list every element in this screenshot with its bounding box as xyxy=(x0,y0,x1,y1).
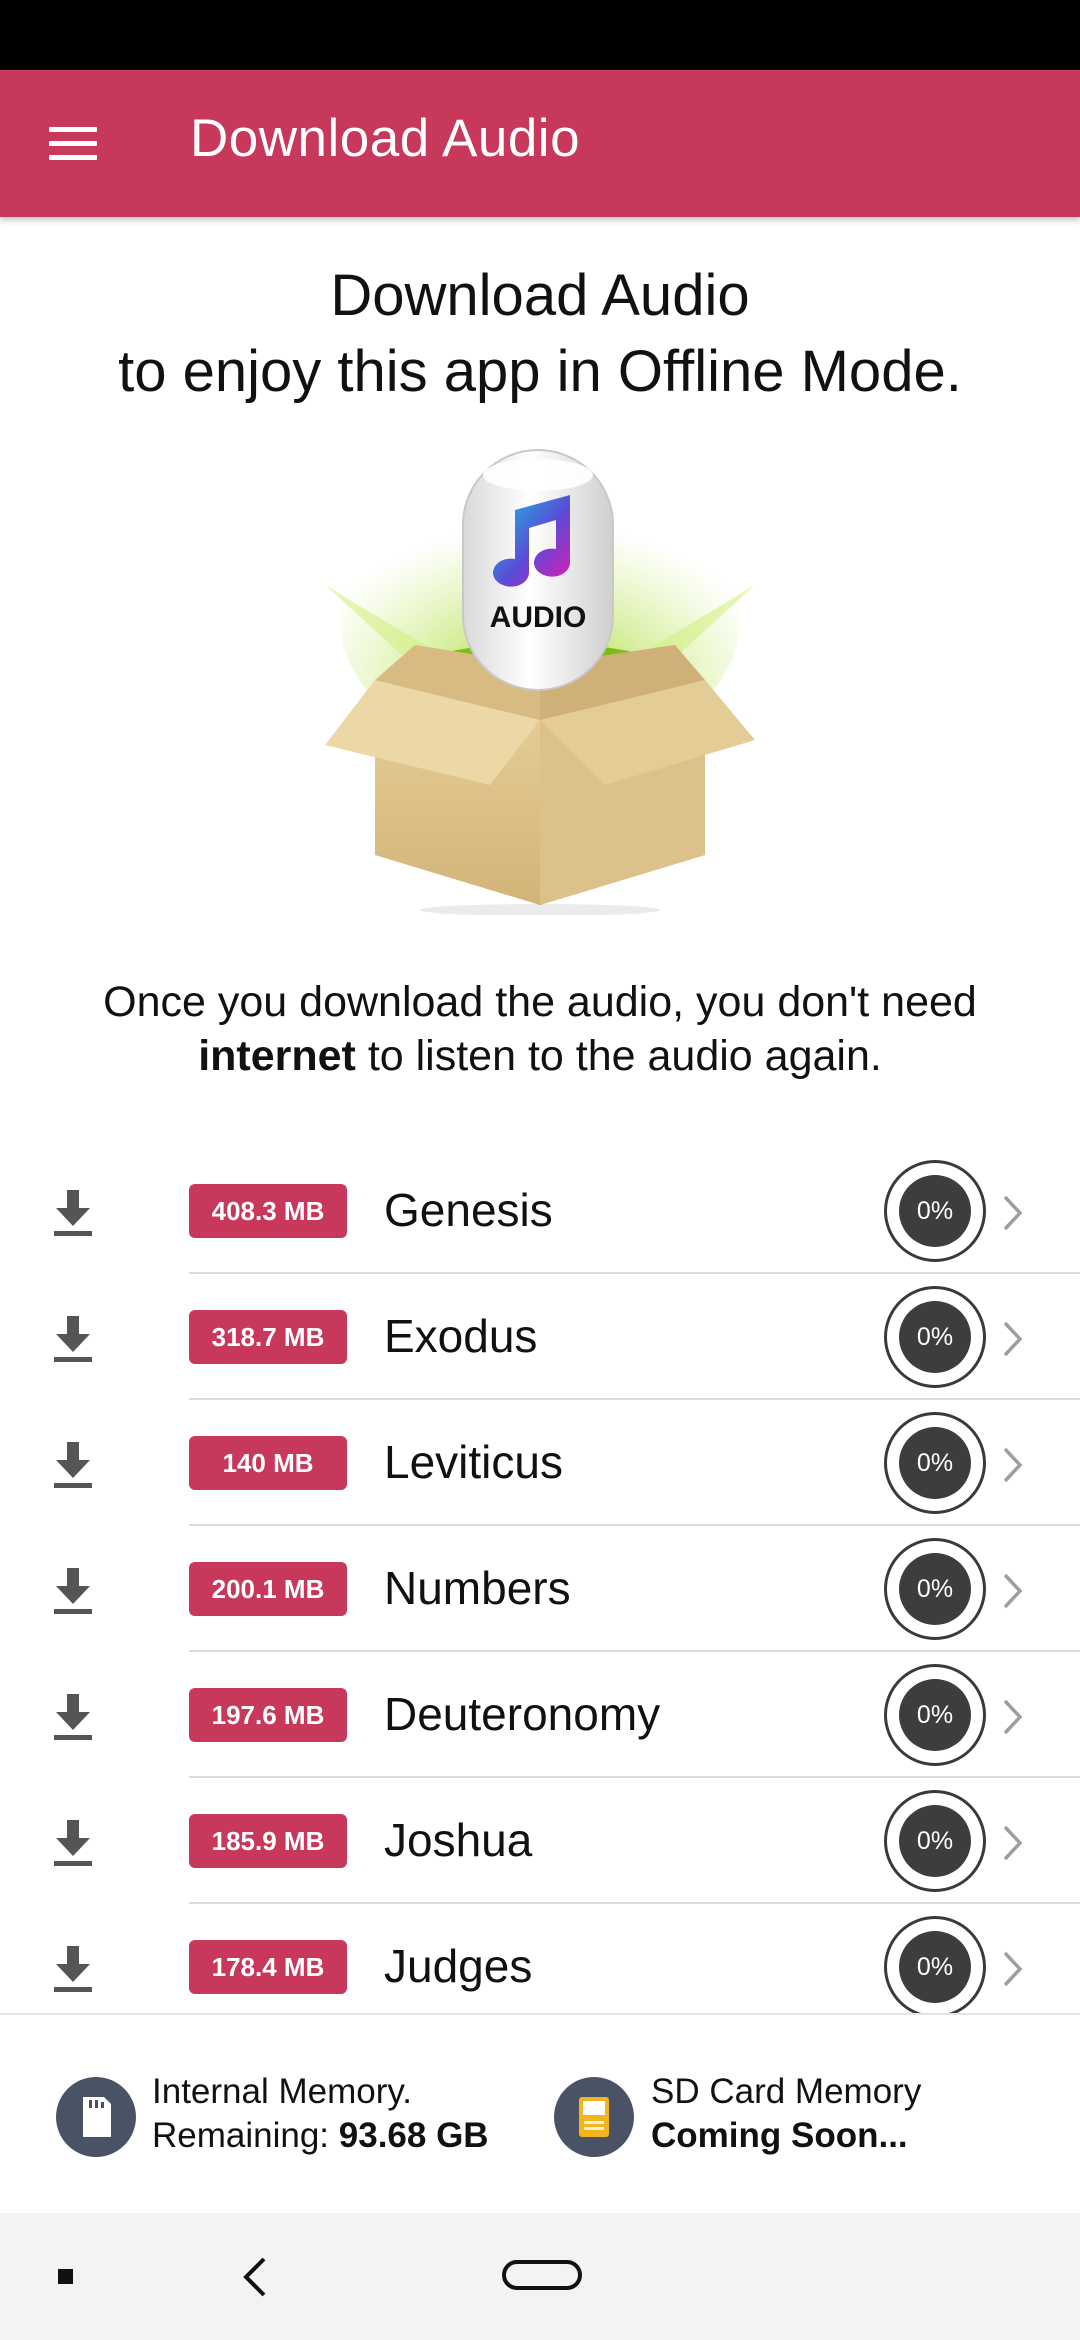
download-icon[interactable] xyxy=(50,1566,96,1616)
book-name: Leviticus xyxy=(384,1436,563,1488)
status-bar xyxy=(0,0,1080,70)
book-name: Genesis xyxy=(384,1184,553,1236)
book-name: Numbers xyxy=(384,1562,571,1614)
download-icon[interactable] xyxy=(50,1692,96,1742)
sd-card-status-value: Coming Soon... xyxy=(651,2116,908,2155)
chevron-right-icon[interactable] xyxy=(1000,1949,1026,1989)
sd-card-icon xyxy=(56,2077,136,2157)
description-line-1: Once you download the audio, you don't n… xyxy=(103,978,977,1026)
book-row-genesis[interactable]: 408.3 MB Genesis 0% xyxy=(0,1148,1080,1274)
size-badge: 318.7 MB xyxy=(189,1310,347,1364)
internal-memory-info: Internal Memory. Remaining: 93.68 GB xyxy=(152,2070,489,2158)
progress-indicator: 0% xyxy=(884,1538,986,1640)
progress-value: 0% xyxy=(899,1301,971,1373)
book-name: Deuteronomy xyxy=(384,1688,661,1740)
recents-square-icon[interactable] xyxy=(58,2269,73,2284)
book-name: Joshua xyxy=(384,1814,533,1866)
progress-value: 0% xyxy=(899,1553,971,1625)
sd-card-memory-info: SD Card Memory Coming Soon... xyxy=(651,2070,921,2158)
chevron-right-icon[interactable] xyxy=(1000,1319,1026,1359)
sd-card-status: Coming Soon... xyxy=(651,2114,921,2158)
progress-value: 0% xyxy=(899,1175,971,1247)
sd-card-title: SD Card Memory xyxy=(651,2072,922,2111)
progress-value: 0% xyxy=(899,1805,971,1877)
description-rest: to listen to the audio again. xyxy=(355,1032,882,1080)
book-row-numbers[interactable]: 200.1 MB Numbers 0% xyxy=(0,1526,1080,1652)
progress-value: 0% xyxy=(899,1679,971,1751)
book-row-leviticus[interactable]: 140 MB Leviticus 0% xyxy=(0,1400,1080,1526)
remaining-value: 93.68 GB xyxy=(338,2116,489,2155)
book-download-list: 408.3 MB Genesis 0% 318.7 MB Exodus 0% 1… xyxy=(0,1148,1080,2013)
audio-box-illustration: AUDIO xyxy=(325,449,755,915)
progress-value: 0% xyxy=(899,1931,971,2003)
app-bar: Download Audio xyxy=(0,70,1080,217)
chevron-right-icon[interactable] xyxy=(1000,1823,1026,1863)
size-badge: 408.3 MB xyxy=(189,1184,347,1238)
home-pill-icon[interactable] xyxy=(502,2260,582,2290)
remaining-label: Remaining: xyxy=(152,2116,339,2155)
storage-panel: Internal Memory. Remaining: 93.68 GB SD … xyxy=(0,2013,1080,2215)
download-icon[interactable] xyxy=(50,1944,96,1994)
back-chevron-icon[interactable] xyxy=(240,2255,270,2299)
internal-memory-title: Internal Memory. xyxy=(152,2072,412,2111)
hero-audio-label: AUDIO xyxy=(490,601,587,634)
book-row-judges[interactable]: 178.4 MB Judges 0% xyxy=(0,1904,1080,2013)
headline-line-2: to enjoy this app in Offline Mode. xyxy=(118,339,962,404)
hamburger-menu-icon[interactable] xyxy=(49,127,97,161)
progress-indicator: 0% xyxy=(884,1916,986,2013)
progress-indicator: 0% xyxy=(884,1664,986,1766)
chevron-right-icon[interactable] xyxy=(1000,1571,1026,1611)
download-icon[interactable] xyxy=(50,1314,96,1364)
chevron-right-icon[interactable] xyxy=(1000,1697,1026,1737)
system-navigation-bar xyxy=(0,2213,1080,2340)
chevron-right-icon[interactable] xyxy=(1000,1445,1026,1485)
headline: Download Audio to enjoy this app in Offl… xyxy=(0,258,1080,410)
headline-line-1: Download Audio xyxy=(330,263,750,328)
description-line-2: internet to listen to the audio again. xyxy=(0,1029,1080,1083)
size-badge: 197.6 MB xyxy=(189,1688,347,1742)
description-bold-word: internet xyxy=(198,1032,356,1080)
book-name: Exodus xyxy=(384,1310,538,1362)
download-icon[interactable] xyxy=(50,1188,96,1238)
app-title: Download Audio xyxy=(190,109,581,168)
download-icon[interactable] xyxy=(50,1440,96,1490)
download-icon[interactable] xyxy=(50,1818,96,1868)
size-badge: 140 MB xyxy=(189,1436,347,1490)
book-row-deuteronomy[interactable]: 197.6 MB Deuteronomy 0% xyxy=(0,1652,1080,1778)
book-row-exodus[interactable]: 318.7 MB Exodus 0% xyxy=(0,1274,1080,1400)
size-badge: 200.1 MB xyxy=(189,1562,347,1616)
progress-value: 0% xyxy=(899,1427,971,1499)
progress-indicator: 0% xyxy=(884,1790,986,1892)
size-badge: 178.4 MB xyxy=(189,1940,347,1994)
internal-memory-remaining: Remaining: 93.68 GB xyxy=(152,2114,489,2158)
chevron-right-icon[interactable] xyxy=(1000,1193,1026,1233)
sd-card-chip-icon xyxy=(554,2077,634,2157)
book-row-joshua[interactable]: 185.9 MB Joshua 0% xyxy=(0,1778,1080,1904)
progress-indicator: 0% xyxy=(884,1412,986,1514)
book-name: Judges xyxy=(384,1940,533,1992)
progress-indicator: 0% xyxy=(884,1160,986,1262)
offline-description: Once you download the audio, you don't n… xyxy=(0,975,1080,1083)
progress-indicator: 0% xyxy=(884,1286,986,1388)
size-badge: 185.9 MB xyxy=(189,1814,347,1868)
